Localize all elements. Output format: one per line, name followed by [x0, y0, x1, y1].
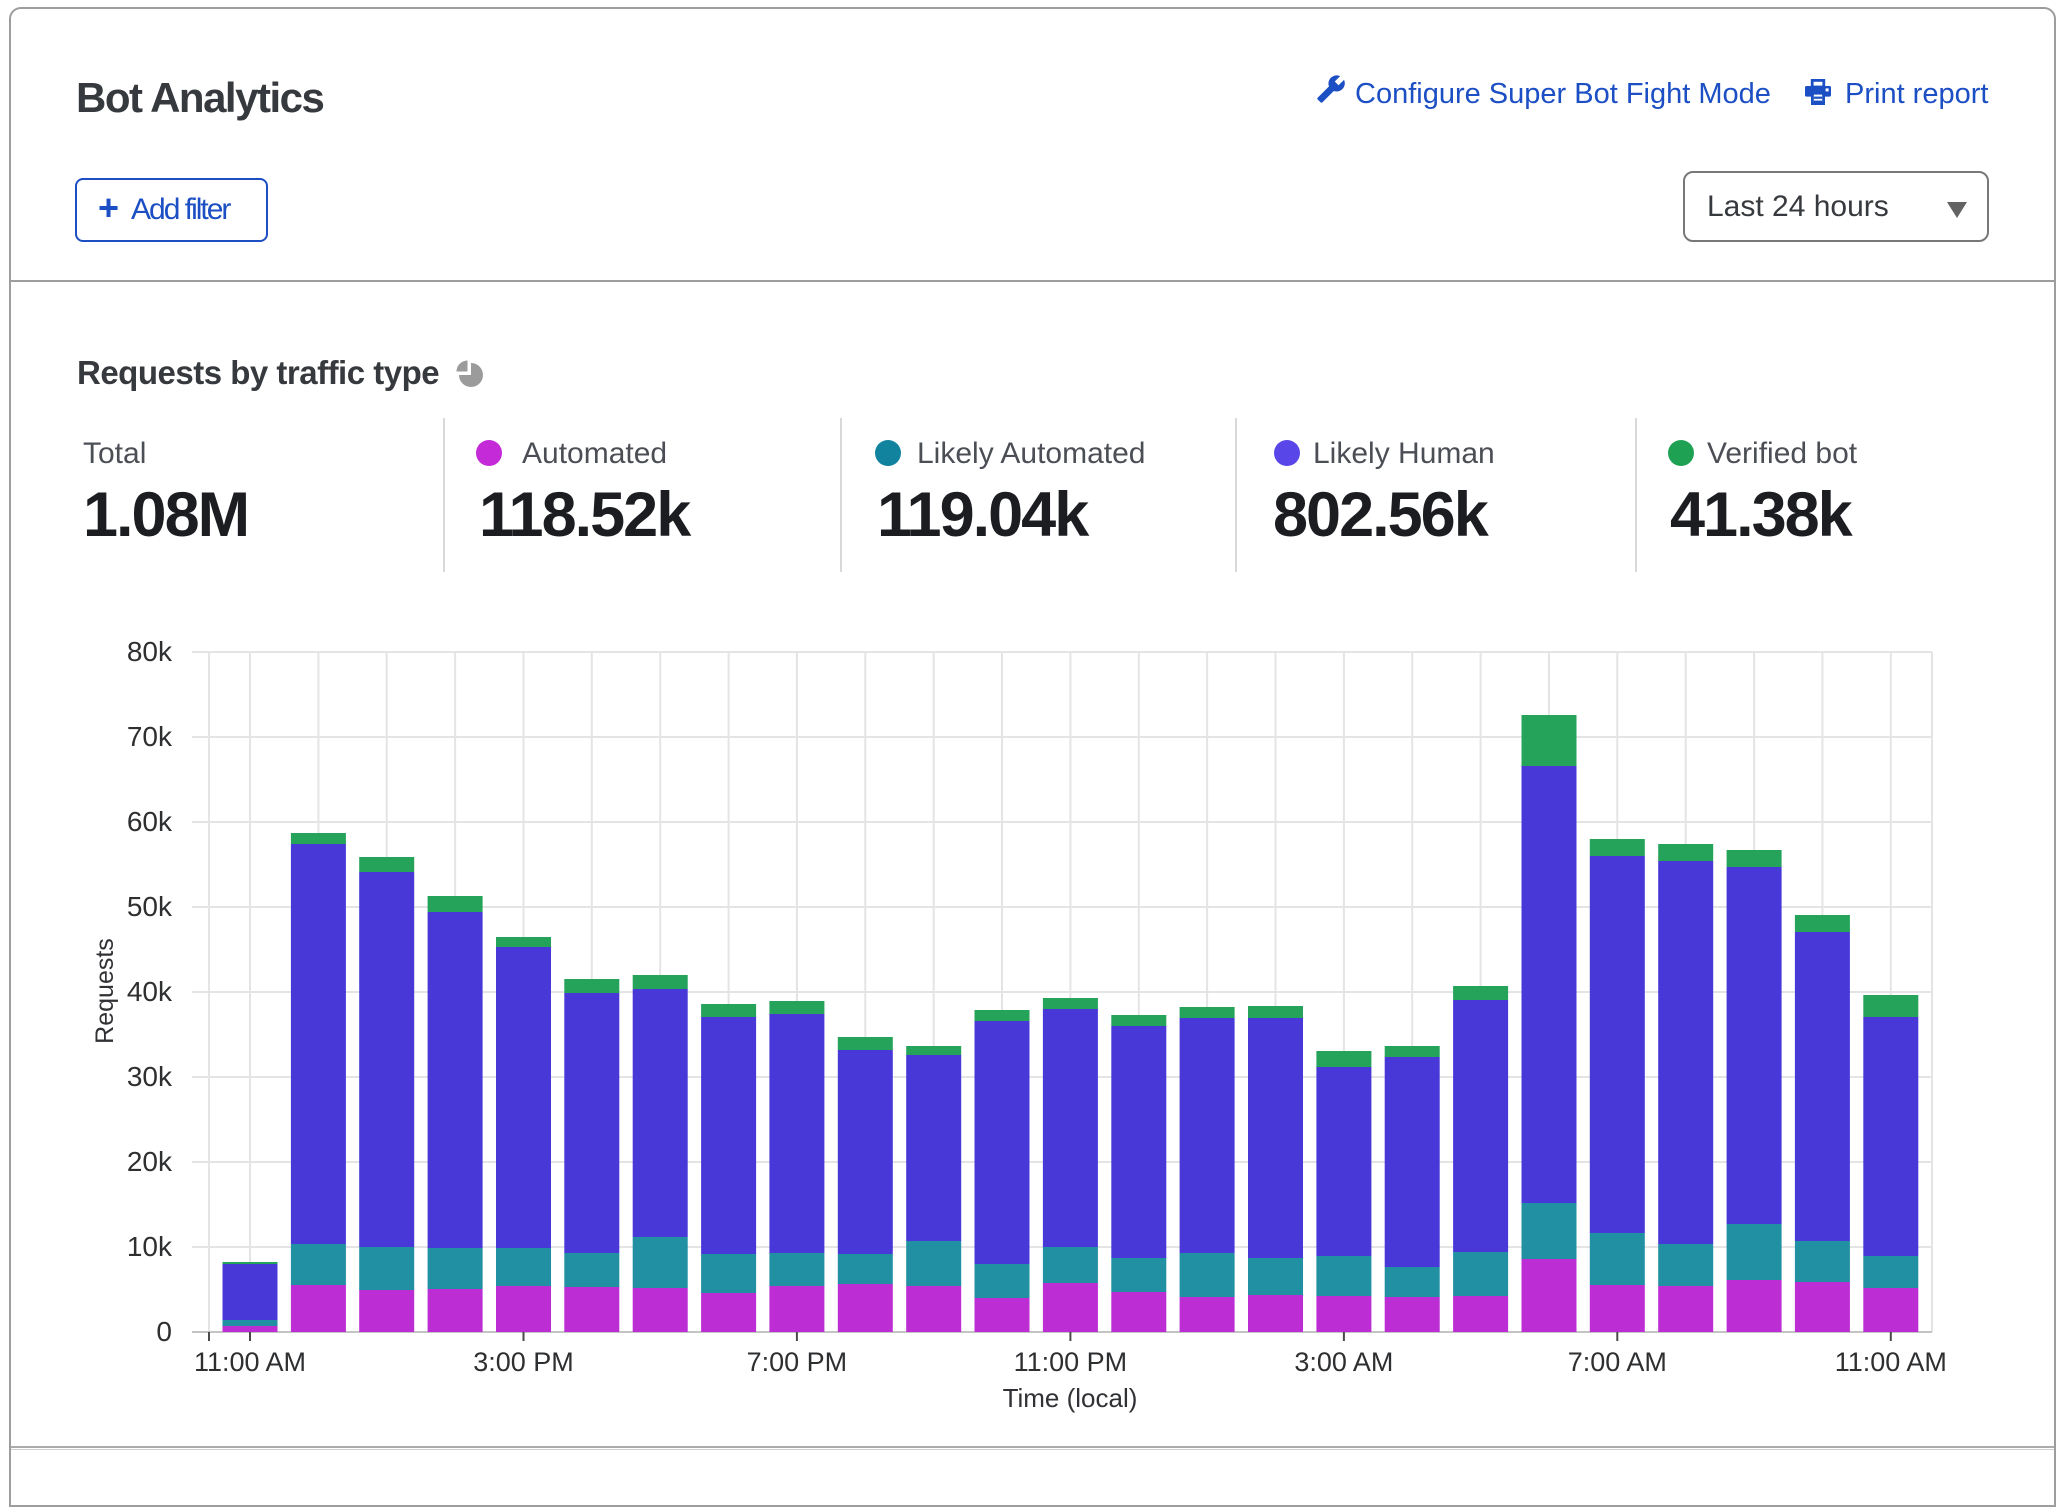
svg-text:3:00 PM: 3:00 PM — [473, 1347, 574, 1377]
svg-text:30k: 30k — [127, 1061, 173, 1092]
svg-text:11:00 AM: 11:00 AM — [1835, 1347, 1947, 1377]
svg-text:0: 0 — [156, 1316, 172, 1347]
svg-text:11:00 AM: 11:00 AM — [194, 1347, 306, 1377]
svg-text:Requests: Requests — [91, 938, 119, 1044]
svg-text:11:00 PM: 11:00 PM — [1014, 1347, 1128, 1377]
svg-text:3:00 AM: 3:00 AM — [1294, 1347, 1393, 1377]
svg-text:50k: 50k — [127, 891, 173, 922]
svg-text:Time (local): Time (local) — [1003, 1383, 1138, 1413]
svg-text:80k: 80k — [127, 636, 173, 667]
svg-text:10k: 10k — [127, 1231, 173, 1262]
svg-text:40k: 40k — [127, 976, 173, 1007]
svg-text:7:00 PM: 7:00 PM — [747, 1347, 848, 1377]
svg-text:7:00 AM: 7:00 AM — [1568, 1347, 1667, 1377]
svg-text:70k: 70k — [127, 721, 173, 752]
svg-text:20k: 20k — [127, 1146, 173, 1177]
svg-text:60k: 60k — [127, 806, 173, 837]
